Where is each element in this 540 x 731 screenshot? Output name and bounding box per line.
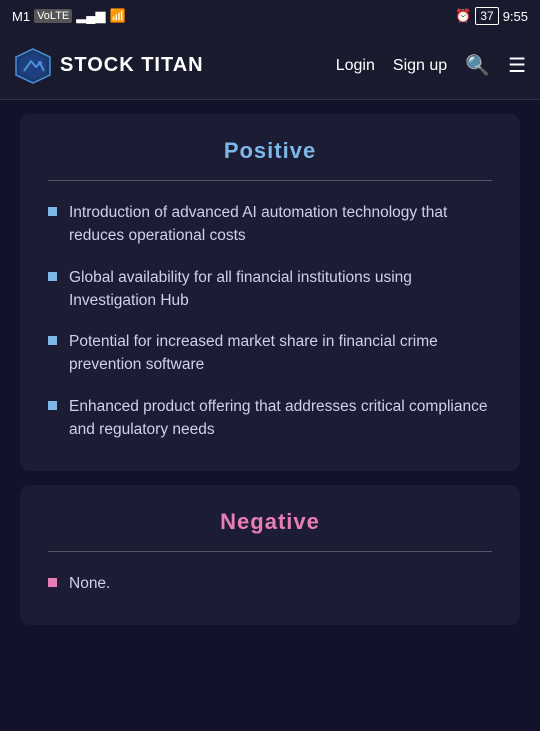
- bullet-icon: [48, 336, 57, 345]
- negative-list: None.: [48, 572, 492, 595]
- list-item-text: Introduction of advanced AI automation t…: [69, 201, 492, 248]
- positive-list: Introduction of advanced AI automation t…: [48, 201, 492, 441]
- status-left: M1 VoLTE ▂▄▆ 📶: [12, 8, 126, 24]
- logo-container: STOCK TITAN: [14, 47, 336, 85]
- battery-icon: 37: [475, 7, 498, 25]
- login-link[interactable]: Login: [336, 57, 375, 75]
- positive-title: Positive: [48, 138, 492, 164]
- status-bar: M1 VoLTE ▂▄▆ 📶 ⏰ 37 9:55: [0, 0, 540, 32]
- positive-divider: [48, 180, 492, 181]
- alarm-icon: ⏰: [455, 8, 471, 24]
- time-label: 9:55: [503, 9, 528, 24]
- list-item-text: Global availability for all financial in…: [69, 266, 492, 313]
- menu-icon[interactable]: ☰: [508, 53, 526, 78]
- signal-icon: ▂▄▆: [76, 8, 105, 24]
- list-item: None.: [48, 572, 492, 595]
- list-item-text: Potential for increased market share in …: [69, 330, 492, 377]
- volte-label: VoLTE: [34, 9, 72, 23]
- list-item: Enhanced product offering that addresses…: [48, 395, 492, 442]
- bullet-icon: [48, 401, 57, 410]
- list-item-text: Enhanced product offering that addresses…: [69, 395, 492, 442]
- bullet-icon: [48, 272, 57, 281]
- logo-icon: [14, 47, 52, 85]
- content-area: Positive Introduction of advanced AI aut…: [0, 100, 540, 731]
- negative-section: Negative None.: [20, 485, 520, 625]
- wifi-icon: 📶: [110, 8, 126, 24]
- search-icon[interactable]: 🔍: [465, 53, 490, 78]
- status-right: ⏰ 37 9:55: [455, 7, 528, 25]
- carrier-label: M1: [12, 9, 30, 24]
- negative-divider: [48, 551, 492, 552]
- list-item-text: None.: [69, 572, 110, 595]
- bullet-icon: [48, 578, 57, 587]
- logo-text: STOCK TITAN: [60, 54, 204, 77]
- list-item: Potential for increased market share in …: [48, 330, 492, 377]
- bullet-icon: [48, 207, 57, 216]
- list-item: Introduction of advanced AI automation t…: [48, 201, 492, 248]
- list-item: Global availability for all financial in…: [48, 266, 492, 313]
- signup-link[interactable]: Sign up: [393, 57, 447, 75]
- nav-links: Login Sign up 🔍 ☰: [336, 53, 526, 78]
- positive-section: Positive Introduction of advanced AI aut…: [20, 114, 520, 471]
- navbar: STOCK TITAN Login Sign up 🔍 ☰: [0, 32, 540, 100]
- negative-title: Negative: [48, 509, 492, 535]
